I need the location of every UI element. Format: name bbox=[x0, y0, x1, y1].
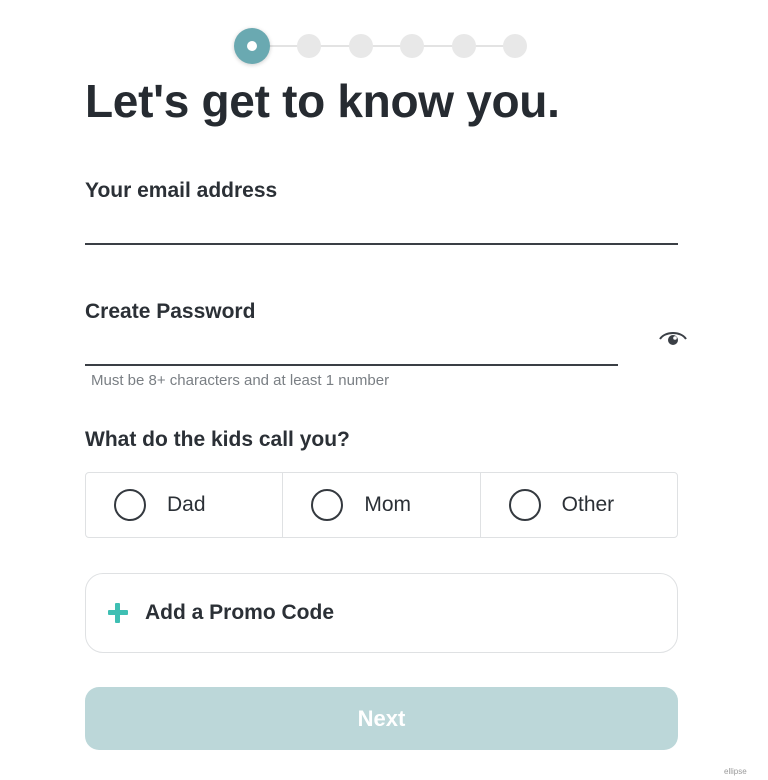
radio-label-mom: Mom bbox=[364, 493, 411, 516]
radio-circle-icon bbox=[508, 489, 541, 521]
email-label: Your email address bbox=[85, 179, 278, 202]
next-button[interactable]: Next bbox=[85, 687, 678, 750]
step-5 bbox=[452, 34, 476, 58]
plus-icon bbox=[108, 603, 128, 623]
password-hint: Must be 8+ characters and at least 1 num… bbox=[91, 372, 390, 389]
radio-circle-icon bbox=[114, 489, 146, 521]
kids-call-radio-group: Dad Mom Other bbox=[85, 472, 678, 538]
password-field[interactable] bbox=[85, 330, 618, 366]
radio-option-dad[interactable]: Dad bbox=[86, 473, 284, 537]
progress-stepper bbox=[234, 28, 530, 64]
watermark: ellipse bbox=[724, 767, 747, 776]
step-2 bbox=[297, 34, 321, 58]
email-field[interactable] bbox=[85, 209, 678, 245]
kids-call-label: What do the kids call you? bbox=[85, 428, 350, 451]
password-label: Create Password bbox=[85, 300, 256, 323]
radio-label-dad: Dad bbox=[167, 493, 206, 516]
eye-icon[interactable] bbox=[658, 328, 688, 348]
step-1-active bbox=[234, 28, 270, 64]
add-promo-code-button[interactable]: Add a Promo Code bbox=[85, 573, 678, 653]
promo-label: Add a Promo Code bbox=[145, 601, 335, 624]
signup-page: Let's get to know you. Your email addres… bbox=[0, 0, 768, 780]
page-title: Let's get to know you. bbox=[85, 75, 560, 127]
radio-label-other: Other bbox=[561, 493, 615, 516]
radio-circle-icon bbox=[311, 489, 344, 521]
step-6 bbox=[503, 34, 527, 58]
radio-option-other[interactable]: Other bbox=[481, 473, 677, 537]
step-3 bbox=[349, 34, 373, 58]
stepper-track bbox=[252, 45, 522, 47]
radio-option-mom[interactable]: Mom bbox=[283, 473, 481, 537]
step-4 bbox=[400, 34, 424, 58]
